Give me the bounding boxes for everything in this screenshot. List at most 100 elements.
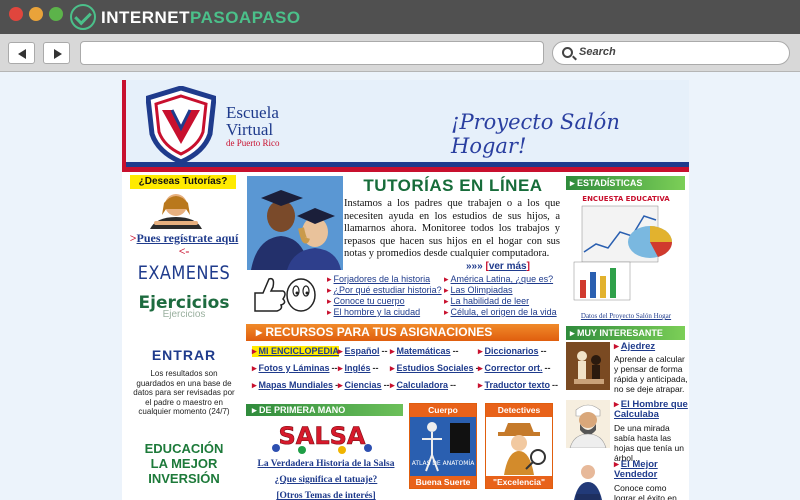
recursos-item[interactable]: Español-- <box>338 346 388 357</box>
interesante-title[interactable]: El Hombre que Calculaba <box>614 400 690 420</box>
graduates-photo <box>247 176 343 270</box>
recursos-header: RECURSOS PARA TUS ASIGNACIONES <box>246 324 559 341</box>
recursos-item-label: Corrector ort. <box>484 363 543 373</box>
close-window-button[interactable] <box>9 7 23 21</box>
register-link[interactable]: Pues regístrate aquí <box>137 231 239 245</box>
recursos-item[interactable]: Calculadora-- <box>390 380 457 391</box>
muy-interesante-header: MUY INTERESANTE <box>566 326 685 340</box>
recursos-item-label: Estudios Sociales <box>396 363 474 373</box>
topic-links-col1: Forjadores de la historia ¿Por qué estud… <box>327 274 447 318</box>
topic-link[interactable]: ¿Por qué estudiar historia? <box>327 285 447 296</box>
forward-button[interactable] <box>43 42 70 64</box>
page-viewport[interactable]: Escuela Virtual de Puerto Rico ¡Proyecto… <box>0 72 800 500</box>
topic-link[interactable]: La habilidad de leer <box>444 296 562 307</box>
chess-image[interactable] <box>566 342 610 390</box>
detectives-card[interactable]: Detectives "Excelencia" <box>485 403 553 489</box>
cuerpo-humano-card[interactable]: Cuerpo Humano ATLAS DE ANATOMÍA Buena Su… <box>409 403 477 489</box>
shield-logo-icon[interactable] <box>146 86 216 164</box>
calculating-man-image[interactable] <box>566 400 610 448</box>
estadisticas-caption[interactable]: Datos del Proyecto Salón Hogar <box>568 312 684 320</box>
checkmark-logo-icon <box>70 4 96 30</box>
brand-watermark: INTERNETPASOAPASO <box>101 8 301 28</box>
recursos-item[interactable]: MI ENCICLOPEDIA <box>252 346 340 357</box>
cuerpo-humano-title: Cuerpo Humano <box>410 404 476 428</box>
thumbs-up-cartoon-icon <box>254 277 316 312</box>
tutorias-title: TUTORÍAS EN LÍNEA <box>363 176 543 195</box>
detective-icon <box>486 417 552 477</box>
topic-link[interactable]: Conoce tu cuerpo <box>327 296 447 307</box>
minimize-window-button[interactable] <box>29 7 43 21</box>
topic-link[interactable]: El hombre y la ciudad <box>327 307 447 318</box>
recursos-item-label: Traductor texto <box>484 380 551 390</box>
ejercicios-reflection: Ejercicios <box>162 309 206 320</box>
register-trail: <- <box>178 244 190 258</box>
maximize-window-button[interactable] <box>49 7 63 21</box>
register-arrow: > <box>129 231 137 245</box>
recursos-item[interactable]: Estudios Sociales-- <box>390 363 482 374</box>
interesante-title[interactable]: Ajedrez <box>614 342 690 352</box>
salsa-banner-image[interactable]: SALSA <box>262 420 382 454</box>
interesante-title[interactable]: El Mejor Vendedor <box>614 460 690 480</box>
school-name-line2: Virtual <box>226 120 274 139</box>
address-bar[interactable] <box>80 41 544 65</box>
recursos-item[interactable]: Fotos y Láminas-- <box>252 363 338 374</box>
other-topics-link[interactable]: [Otros Temas de interés] <box>246 488 406 500</box>
salsa-history-link[interactable]: La Verdadera Historia de la Salsa <box>246 456 406 472</box>
salesman-image[interactable] <box>566 460 610 500</box>
interesante-desc: De una mirada sabía hasta las hojas que … <box>614 423 684 463</box>
estadisticas-header: ESTADÍSTICAS <box>566 176 685 190</box>
recursos-item-label: Español <box>344 346 380 356</box>
brand-prefix: INTERNET <box>101 8 190 27</box>
recursos-item[interactable]: Traductor texto-- <box>478 380 559 391</box>
search-input[interactable]: Search <box>552 41 790 65</box>
encuesta-label: ENCUESTA EDUCATIVA <box>582 195 670 203</box>
project-tagline: ¡Proyecto Salón Hogar! <box>451 110 620 158</box>
recursos-item[interactable]: Mapas Mundiales-- <box>252 380 342 391</box>
search-icon <box>562 47 573 58</box>
browser-titlebar: INTERNETPASOAPASO <box>0 0 800 34</box>
interesante-item: Ajedrez Aprende a calcular y pensar de f… <box>566 342 688 398</box>
recursos-item-label: Calculadora <box>396 380 449 390</box>
topic-link[interactable]: América Latina, ¿que es? <box>444 274 562 285</box>
recursos-item[interactable]: Diccionarios-- <box>478 346 547 357</box>
tutorias-question: ¿Deseas Tutorías? <box>130 175 236 189</box>
interesante-item: El Hombre que Calculaba De una mirada sa… <box>566 400 690 463</box>
tattoo-link[interactable]: ¿Que significa el tatuaje? <box>246 472 406 488</box>
ver-mas-link[interactable]: ver más <box>489 261 527 272</box>
examenes-link[interactable]: EXAMENES <box>135 262 234 284</box>
interesante-item: El Mejor Vendedor Conoce como lograr el … <box>566 460 688 500</box>
entrar-note: Los resultados son guardados en una base… <box>133 369 235 416</box>
detectives-footer: "Excelencia" <box>486 476 552 488</box>
recursos-item-label: Inglés <box>344 363 371 373</box>
search-placeholder: Search <box>579 46 616 58</box>
interesante-desc: Conoce como lograr el éxito en <box>614 483 677 500</box>
recursos-item-label: Mapas Mundiales <box>258 380 334 390</box>
topic-links-col2: América Latina, ¿que es? Las Olimpiadas … <box>444 274 562 318</box>
site-header: Escuela Virtual de Puerto Rico ¡Proyecto… <box>122 80 689 172</box>
recursos-item[interactable]: Matemáticas-- <box>390 346 459 357</box>
education-slogan-line2: LA MEJOR <box>150 456 218 471</box>
topic-link[interactable]: Célula, el origen de la vida <box>444 307 562 318</box>
education-slogan-line1: EDUCACIÓN <box>144 441 224 456</box>
back-button[interactable] <box>8 42 35 64</box>
school-name-line3: de Puerto Rico <box>226 138 280 148</box>
recursos-item[interactable]: Corrector ort.-- <box>478 363 551 374</box>
school-name-line1: Escuela <box>226 103 279 122</box>
school-name: Escuela Virtual de Puerto Rico <box>226 104 280 148</box>
tutorias-body: Instamos a los padres que trabajen o a l… <box>344 198 560 259</box>
salsa-banner-text: SALSA <box>278 422 365 450</box>
recursos-item-label: Diccionarios <box>484 346 539 356</box>
education-slogan-line3: INVERSIÓN <box>148 471 220 486</box>
recursos-item-label: Matemáticas <box>396 346 451 356</box>
entrar-button[interactable]: ENTRAR <box>126 347 242 363</box>
topic-link[interactable]: Forjadores de la historia <box>327 274 447 285</box>
brand-highlight: PASOAPASO <box>190 8 301 27</box>
recursos-item-label: Ciencias <box>344 380 382 390</box>
atlas-text: ATLAS DE ANATOMÍA <box>412 460 475 467</box>
encuesta-chart-image[interactable]: ENCUESTA EDUCATIVA <box>568 192 684 310</box>
register-prompt: >Pues regístrate aquí <- <box>126 232 242 258</box>
recursos-item-label: Fotos y Láminas <box>258 363 330 373</box>
recursos-item[interactable]: Ciencias-- <box>338 380 390 391</box>
recursos-item[interactable]: Inglés-- <box>338 363 379 374</box>
topic-link[interactable]: Las Olimpiadas <box>444 285 562 296</box>
